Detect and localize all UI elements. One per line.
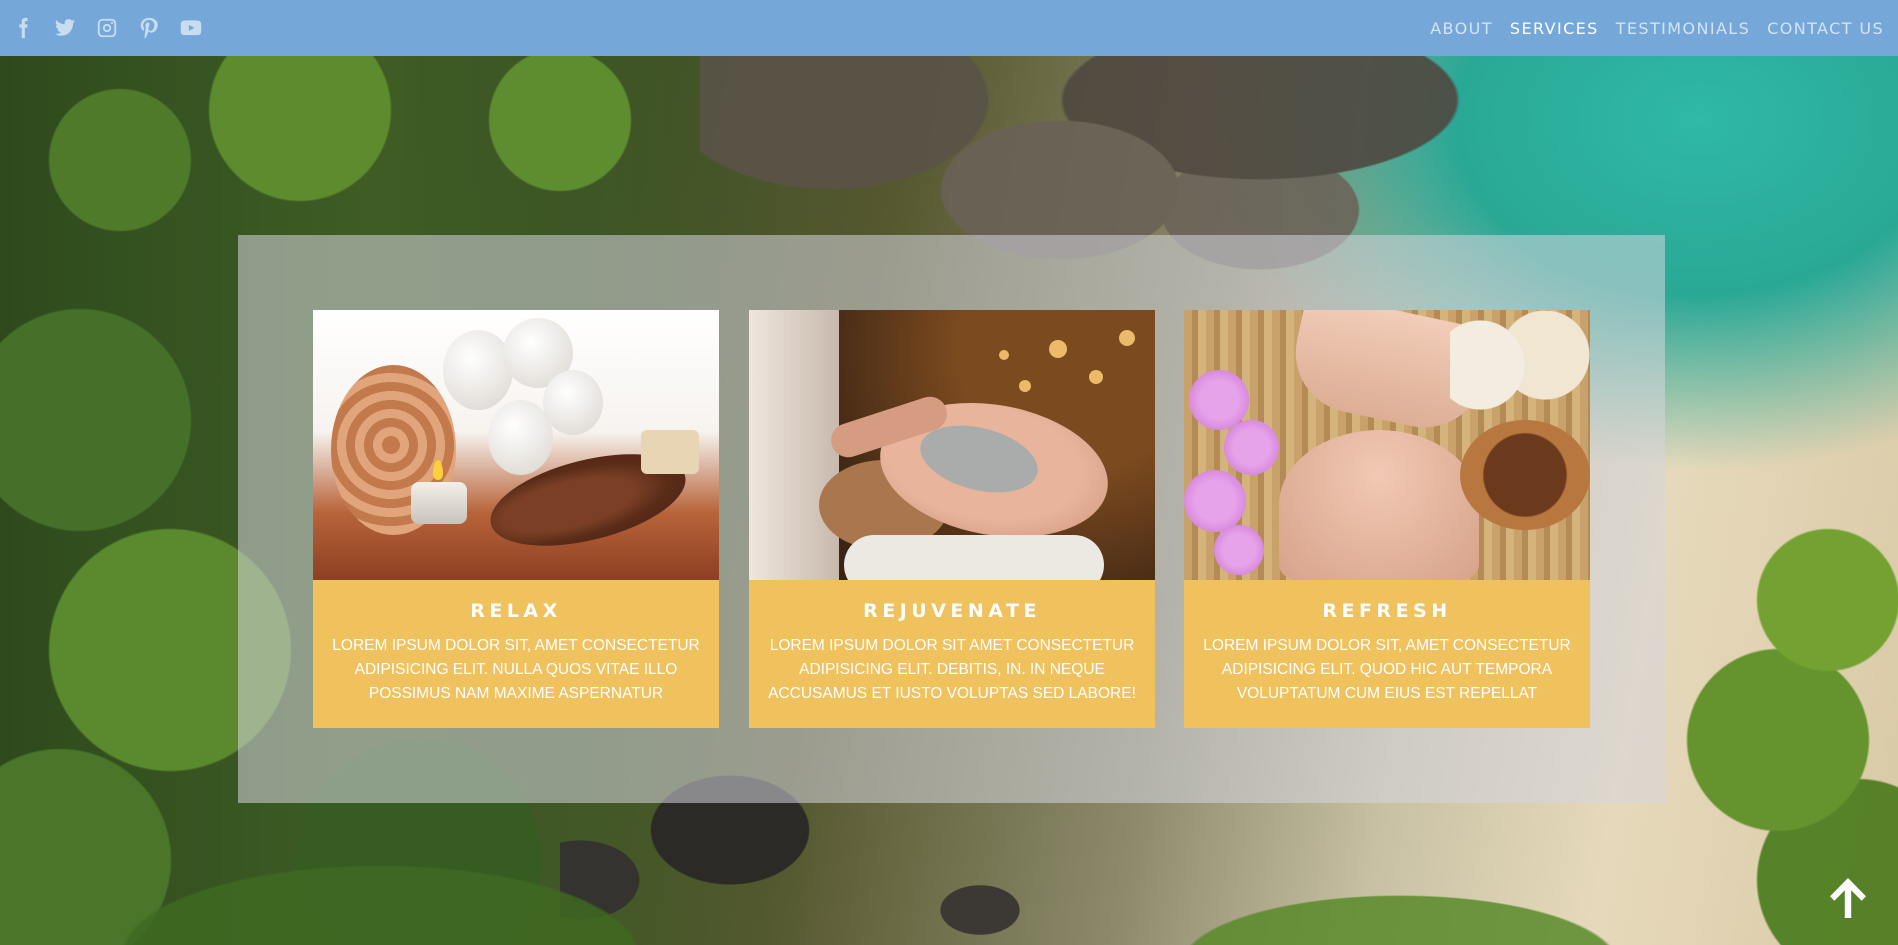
service-description: LOREM IPSUM DOLOR SIT, AMET CONSECTETUR … bbox=[1203, 637, 1571, 702]
service-title: REFRESH bbox=[1322, 600, 1452, 622]
service-card-relax: RELAX LOREM IPSUM DOLOR SIT, AMET CONSEC… bbox=[313, 310, 719, 728]
relax-photo bbox=[313, 310, 719, 580]
twitter-icon[interactable] bbox=[54, 17, 76, 39]
foreground-plants bbox=[0, 805, 1898, 945]
service-title: RELAX bbox=[470, 600, 562, 622]
service-card-refresh: REFRESH LOREM IPSUM DOLOR SIT, AMET CONS… bbox=[1184, 310, 1590, 728]
service-card-rejuvenate: REJUVENATE LOREM IPSUM DOLOR SIT AMET CO… bbox=[749, 310, 1155, 728]
nav-item-about[interactable]: ABOUT bbox=[1430, 19, 1493, 38]
arrow-up-icon bbox=[1830, 878, 1866, 918]
service-description: LOREM IPSUM DOLOR SIT, AMET CONSECTETUR … bbox=[332, 637, 700, 702]
nav-item-contact-us[interactable]: CONTACT US bbox=[1767, 19, 1884, 38]
services-panel: RELAX LOREM IPSUM DOLOR SIT, AMET CONSEC… bbox=[238, 235, 1665, 803]
nav-item-services[interactable]: SERVICES bbox=[1510, 19, 1599, 38]
pinterest-icon[interactable] bbox=[138, 17, 160, 39]
top-bar: ABOUT SERVICES TESTIMONIALS CONTACT US bbox=[0, 0, 1898, 56]
facebook-icon[interactable] bbox=[12, 17, 34, 39]
back-to-top-button[interactable] bbox=[1822, 872, 1874, 924]
instagram-icon[interactable] bbox=[96, 17, 118, 39]
social-links bbox=[12, 17, 202, 39]
youtube-icon[interactable] bbox=[180, 17, 202, 39]
main-nav: ABOUT SERVICES TESTIMONIALS CONTACT US bbox=[1430, 19, 1884, 38]
rejuvenate-photo bbox=[749, 310, 1155, 580]
nav-item-testimonials[interactable]: TESTIMONIALS bbox=[1616, 19, 1750, 38]
service-description: LOREM IPSUM DOLOR SIT AMET CONSECTETUR A… bbox=[768, 637, 1136, 702]
service-title: REJUVENATE bbox=[863, 600, 1041, 622]
refresh-photo bbox=[1184, 310, 1590, 580]
